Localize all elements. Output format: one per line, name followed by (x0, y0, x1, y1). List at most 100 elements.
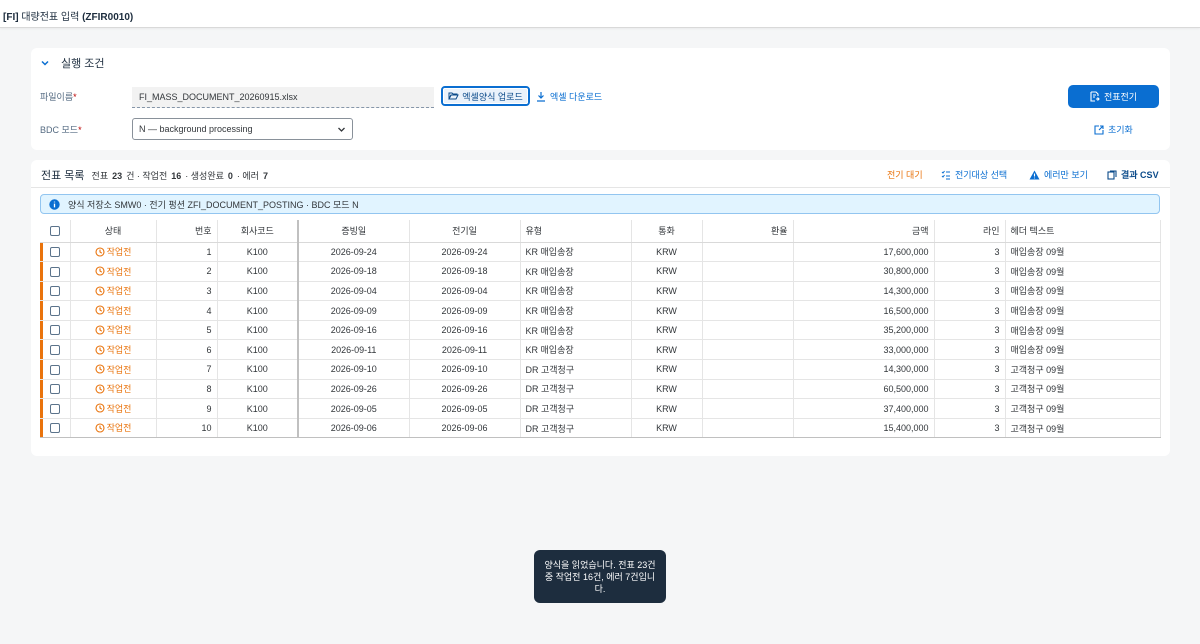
clock-icon (95, 384, 105, 394)
summary-created: 0 (227, 171, 233, 181)
select-all-checkbox[interactable] (49, 226, 60, 237)
column-header-type[interactable]: 유형 (520, 220, 632, 243)
row-select-cell[interactable] (40, 398, 71, 419)
summary-error-label: · 에러 (236, 171, 259, 181)
row-checkbox[interactable] (49, 345, 60, 356)
row-checkbox[interactable] (49, 325, 60, 336)
row-status-indicator (40, 399, 43, 418)
header-text-cell: 매입송장 09월 (1005, 300, 1161, 321)
status-text: 작업전 (106, 286, 132, 297)
bdc-mode-label: BDC 모드* (40, 125, 82, 135)
clock-icon (95, 325, 105, 335)
document-date-cell: 2026-09-24 (298, 242, 410, 263)
select-all-cell[interactable] (40, 220, 71, 243)
conditions-header[interactable]: 실행 조건 (39, 55, 105, 71)
posting-date-cell: 2026-09-16 (409, 320, 521, 341)
table-row[interactable]: 작업전 6 K100 2026-09-11 2026-09-11 KR 매입송장 KRW 33… (40, 339, 1161, 361)
document-date-cell: 2026-09-16 (298, 320, 410, 341)
table-row[interactable]: 작업전 7 K100 2026-09-10 2026-09-10 DR 고객청구 KRW 14… (40, 359, 1161, 380)
errors-only-button[interactable]: 에러만 보기 (1029, 168, 1088, 181)
table-row[interactable]: 작업전 2 K100 2026-09-18 2026-09-18 KR 매입송장 KRW 30… (40, 261, 1161, 282)
number-cell: 1 (156, 242, 218, 263)
column-header-posting-date[interactable]: 전기일 (409, 220, 521, 243)
row-checkbox[interactable] (49, 305, 60, 316)
currency-cell: KRW (631, 261, 703, 282)
row-select-cell[interactable] (40, 281, 71, 302)
reset-button[interactable]: 초기화 (1094, 123, 1133, 136)
result-csv-button[interactable]: 결과 CSV (1107, 168, 1159, 181)
table-row[interactable]: 작업전 3 K100 2026-09-04 2026-09-04 KR 매입송장 KRW 14… (40, 281, 1161, 302)
lines-cell: 3 (934, 379, 1006, 400)
posting-date-cell: 2026-09-05 (409, 398, 521, 419)
currency-cell: KRW (631, 359, 703, 380)
row-checkbox[interactable] (49, 384, 60, 395)
clock-icon (95, 344, 105, 355)
row-checkbox[interactable] (49, 247, 60, 258)
column-header-number[interactable]: 번호 (156, 220, 218, 243)
row-select-cell[interactable] (40, 242, 71, 263)
message-toast: 양식을 읽었습니다. 전표 23건 중 작업전 16건, 에러 7건입니다. (534, 550, 666, 603)
lines-cell: 3 (934, 300, 1006, 321)
status-cell: 작업전 (70, 281, 157, 302)
row-status-indicator (40, 360, 43, 379)
type-cell: KR 매입송장 (520, 320, 632, 341)
company-code-cell: K100 (217, 359, 299, 380)
row-select-cell[interactable] (40, 359, 71, 380)
row-checkbox[interactable] (49, 403, 60, 414)
document-list-panel: 전표 목록 전표 23 건 · 작업전 16 · 생성완료 0 · 에러 7 전기 대기 전기… (31, 160, 1170, 456)
chevron-down-icon[interactable] (39, 57, 51, 69)
column-header-exchange-rate[interactable]: 환율 (702, 220, 794, 243)
row-checkbox[interactable] (49, 266, 60, 277)
info-icon (49, 198, 60, 210)
excel-upload-button[interactable]: 엑셀양식 업로드 (441, 86, 530, 106)
select-post-target-button[interactable]: 전기대상 선택 (941, 168, 1007, 181)
status-cell: 작업전 (70, 359, 157, 380)
row-checkbox[interactable] (49, 286, 60, 297)
table-row[interactable]: 작업전 10 K100 2026-09-06 2026-09-06 DR 고객청구 KRW 1… (40, 418, 1161, 439)
row-select-cell[interactable] (40, 261, 71, 282)
row-select-cell[interactable] (40, 339, 71, 361)
status-cell: 작업전 (70, 339, 157, 361)
select-post-target-label: 전기대상 선택 (955, 170, 1008, 180)
column-header-company-code[interactable]: 회사코드 (217, 220, 299, 243)
row-checkbox[interactable] (49, 423, 60, 434)
row-checkbox[interactable] (49, 364, 60, 375)
row-select-cell[interactable] (40, 300, 71, 321)
row-status-indicator (40, 320, 43, 339)
excel-download-label: 엑셀 다운로드 (550, 92, 603, 102)
column-header-lines[interactable]: 라인 (934, 220, 1006, 243)
bdc-mode-select[interactable]: N — background processing (132, 118, 353, 140)
table-row[interactable]: 작업전 4 K100 2026-09-09 2026-09-09 KR 매입송장 KRW 16… (40, 300, 1161, 321)
table-row[interactable]: 작업전 8 K100 2026-09-26 2026-09-26 DR 고객청구 KRW 60… (40, 379, 1161, 400)
posting-date-cell: 2026-09-09 (409, 300, 521, 321)
row-select-cell[interactable] (40, 418, 71, 439)
table-row[interactable]: 작업전 1 K100 2026-09-24 2026-09-24 KR 매입송장 KRW 17… (40, 242, 1161, 263)
column-header-header-text[interactable]: 헤더 텍스트 (1005, 220, 1161, 243)
row-select-cell[interactable] (40, 320, 71, 341)
number-cell: 5 (156, 320, 218, 341)
column-header-currency[interactable]: 통화 (631, 220, 703, 243)
excel-download-link[interactable]: 엑셀 다운로드 (536, 90, 602, 103)
lines-cell: 3 (934, 242, 1006, 263)
column-header-amount[interactable]: 금액 (793, 220, 935, 243)
number-cell: 6 (156, 339, 218, 361)
posting-date-cell: 2026-09-24 (409, 242, 521, 263)
table-row[interactable]: 작업전 5 K100 2026-09-16 2026-09-16 KR 매입송장 KRW 35… (40, 320, 1161, 341)
header-text-cell: 매입송장 09월 (1005, 281, 1161, 302)
clock-icon (95, 364, 105, 374)
result-csv-label: 결과 CSV (1121, 170, 1159, 180)
exchange-rate-cell (702, 300, 794, 321)
document-date-cell: 2026-09-04 (298, 281, 410, 302)
company-code-cell: K100 (217, 398, 299, 419)
file-name-field[interactable]: FI_MASS_DOCUMENT_20260915.xlsx (132, 87, 434, 108)
amount-cell: 16,500,000 (793, 300, 935, 321)
table-row[interactable]: 작업전 9 K100 2026-09-05 2026-09-05 DR 고객청구 KRW 37… (40, 398, 1161, 419)
column-header-document-date[interactable]: 증빙일 (298, 220, 410, 243)
exchange-rate-cell (702, 242, 794, 263)
row-select-cell[interactable] (40, 379, 71, 400)
row-status-indicator (40, 418, 43, 437)
document-date-cell: 2026-09-10 (298, 359, 410, 380)
number-cell: 2 (156, 261, 218, 282)
post-document-button[interactable]: 전표전기 (1068, 85, 1159, 108)
column-header-status[interactable]: 상태 (70, 220, 157, 243)
